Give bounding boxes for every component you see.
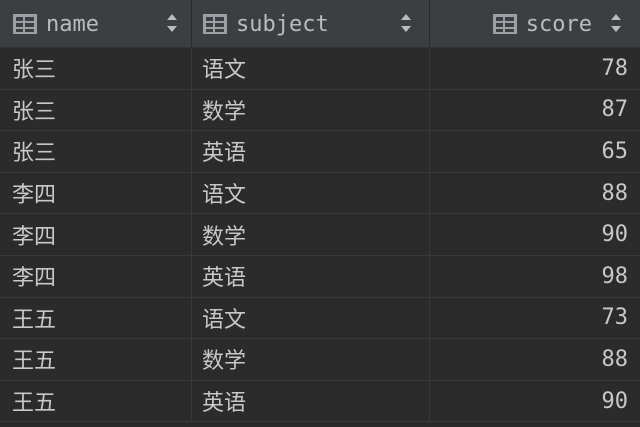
score-cell[interactable]: 78 <box>430 48 640 89</box>
subject-cell[interactable]: 语文 <box>192 172 430 214</box>
subject-cell[interactable]: 英语 <box>192 255 430 297</box>
table-row[interactable]: 王五 英语 90 <box>0 380 640 423</box>
column-header-label: score <box>525 11 592 37</box>
column-header-label: subject <box>236 11 329 37</box>
score-cell[interactable]: 88 <box>430 173 640 214</box>
name-cell[interactable]: 李四 <box>0 214 192 255</box>
score-cell[interactable]: 87 <box>430 90 640 131</box>
table-row[interactable]: 张三 语文 78 <box>0 48 640 90</box>
score-cell[interactable]: 65 <box>430 131 640 172</box>
subject-cell[interactable]: 语文 <box>192 48 430 89</box>
table-row[interactable]: 李四 英语 98 <box>0 255 640 298</box>
name-cell[interactable]: 李四 <box>0 172 192 214</box>
name-cell[interactable]: 王五 <box>0 297 192 339</box>
subject-cell[interactable]: 数学 <box>192 339 430 380</box>
score-cell[interactable]: 90 <box>430 214 640 255</box>
name-cell[interactable]: 张三 <box>0 89 192 131</box>
name-cell[interactable]: 张三 <box>0 131 192 172</box>
grid-body: 张三 语文 78 张三 数学 87 张三 英语 65 李四 语文 88 李四 数… <box>0 48 640 423</box>
sort-arrows-icon[interactable] <box>610 12 622 34</box>
table-row[interactable]: 李四 语文 88 <box>0 172 640 215</box>
name-cell[interactable]: 李四 <box>0 255 192 297</box>
subject-cell[interactable]: 英语 <box>192 131 430 172</box>
column-header-name[interactable]: name <box>0 0 192 48</box>
sort-arrows-icon[interactable] <box>166 12 178 34</box>
data-grid: name subject score 张三 语文 78 张三 数学 87 张三 … <box>0 0 640 427</box>
table-column-icon <box>492 14 517 34</box>
name-cell[interactable]: 张三 <box>0 48 192 89</box>
subject-cell[interactable]: 数学 <box>192 214 430 255</box>
score-cell[interactable]: 88 <box>430 339 640 380</box>
subject-cell[interactable]: 英语 <box>192 380 430 422</box>
score-cell[interactable]: 73 <box>430 298 640 339</box>
table-row[interactable]: 张三 英语 65 <box>0 131 640 173</box>
score-cell[interactable]: 98 <box>430 256 640 297</box>
subject-cell[interactable]: 语文 <box>192 297 430 339</box>
table-row[interactable]: 李四 数学 90 <box>0 214 640 256</box>
sort-arrows-icon[interactable] <box>400 12 412 34</box>
table-column-icon <box>13 14 37 34</box>
name-cell[interactable]: 王五 <box>0 339 192 380</box>
column-header-subject[interactable]: subject <box>192 0 430 48</box>
grid-header: name subject score <box>0 0 640 48</box>
table-column-icon <box>203 14 227 34</box>
name-cell[interactable]: 王五 <box>0 380 192 422</box>
column-header-score[interactable]: score <box>430 0 640 48</box>
score-cell[interactable]: 90 <box>430 381 640 422</box>
table-row[interactable]: 王五 数学 88 <box>0 339 640 381</box>
table-row[interactable]: 张三 数学 87 <box>0 89 640 132</box>
column-header-label: name <box>46 11 99 37</box>
subject-cell[interactable]: 数学 <box>192 89 430 131</box>
table-row[interactable]: 王五 语文 73 <box>0 297 640 340</box>
